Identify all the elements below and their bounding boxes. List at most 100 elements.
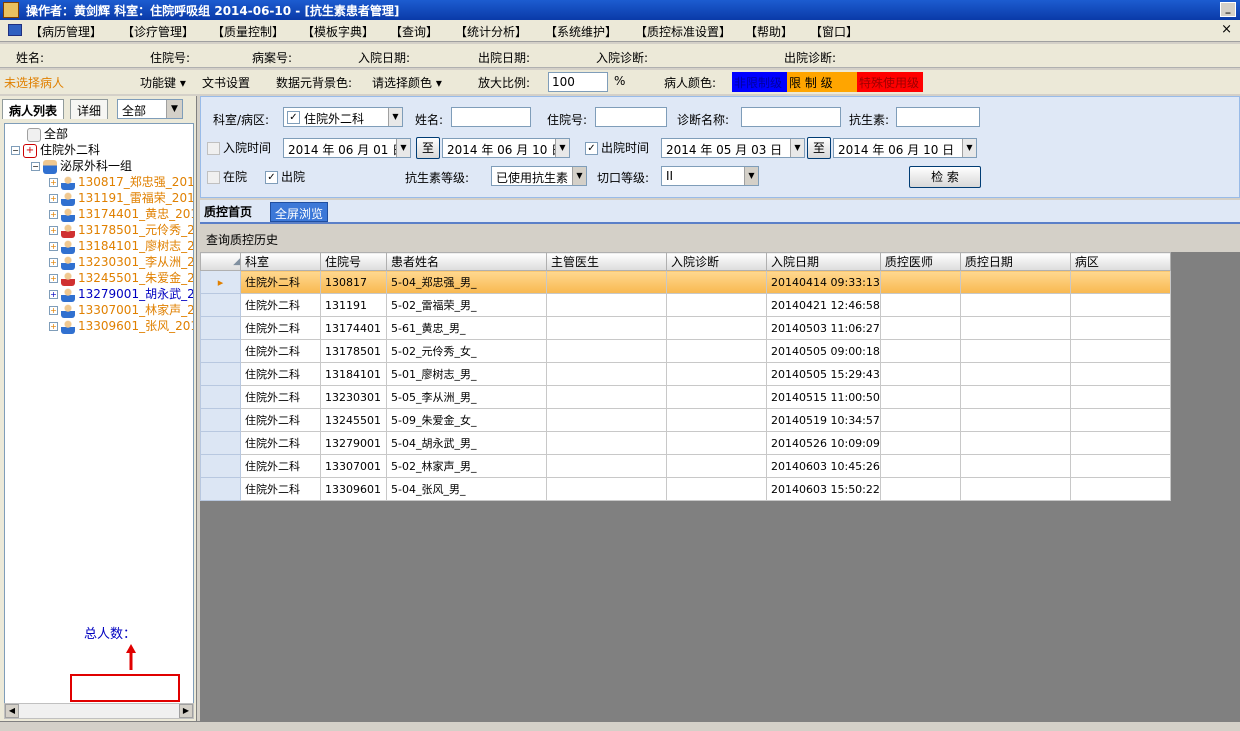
cell-inpatient-no[interactable]: 13245501	[320, 408, 387, 432]
row-header[interactable]	[200, 477, 241, 501]
col-admit-diagnosis[interactable]: 入院诊断	[666, 252, 767, 271]
cell-qc-date[interactable]	[959, 431, 1071, 455]
cell-inpatient-no[interactable]: 13230301	[320, 385, 387, 409]
cell-inpatient-no[interactable]: 13174401	[320, 316, 387, 340]
expand-icon[interactable]: +	[49, 242, 58, 251]
row-header[interactable]	[200, 362, 241, 386]
cell-attending-doctor[interactable]	[546, 385, 667, 409]
cell-attending-doctor[interactable]	[546, 454, 667, 478]
cell-patient-name[interactable]: 5-61_黄忠_男_	[386, 316, 547, 340]
cell-ward[interactable]	[1069, 293, 1171, 317]
name-input[interactable]	[451, 107, 531, 127]
diagnosis-input[interactable]	[741, 107, 841, 127]
cell-qc-doctor[interactable]	[879, 362, 961, 386]
menu-query[interactable]: 【查询】	[390, 23, 438, 40]
select-all-corner[interactable]: ◢	[200, 252, 241, 271]
zoom-input[interactable]: 100	[548, 72, 608, 92]
cell-inpatient-no[interactable]: 13309601	[320, 477, 387, 501]
col-patient-name[interactable]: 患者姓名	[386, 252, 547, 271]
row-header[interactable]	[200, 408, 241, 432]
cell-admit-date[interactable]: 20140603 10:45:26	[766, 454, 881, 478]
patient-filter-select[interactable]: 全部 ▼	[117, 99, 183, 119]
cell-attending-doctor[interactable]	[546, 293, 667, 317]
cell-ward[interactable]	[1069, 339, 1171, 363]
tab-qc-home[interactable]: 质控首页	[204, 203, 252, 220]
cell-inpatient-no[interactable]: 130817	[320, 270, 387, 294]
cell-qc-doctor[interactable]	[879, 477, 961, 501]
minimize-button[interactable]: _	[1220, 2, 1236, 17]
menu-quality-control[interactable]: 【质量控制】	[212, 23, 284, 40]
table-row[interactable]: 住院外二科 13184101 5-01_廖树志_男_ 20140505 15:29:4…	[200, 362, 1171, 386]
cell-qc-date[interactable]	[959, 385, 1071, 409]
col-admit-date[interactable]: 入院日期	[766, 252, 881, 271]
table-row[interactable]: 住院外二科 13307001 5-02_林家声_男_ 20140603 10:45:2…	[200, 454, 1171, 478]
table-row[interactable]: 住院外二科 13178501 5-02_元伶秀_女_ 20140505 09:00:1…	[200, 339, 1171, 363]
menu-templates[interactable]: 【模板字典】	[302, 23, 374, 40]
cell-inpatient-no[interactable]: 13279001	[320, 431, 387, 455]
table-row[interactable]: 住院外二科 13245501 5-09_朱爱金_女_ 20140519 10:34:5…	[200, 408, 1171, 432]
discharge-from-date[interactable]: 2014 年 05 月 03 日 ▼	[661, 138, 805, 158]
cell-dept[interactable]: 住院外二科	[240, 431, 321, 455]
cell-qc-date[interactable]	[959, 408, 1071, 432]
cell-patient-name[interactable]: 5-04_胡永武_男_	[386, 431, 547, 455]
inpatient-no-input[interactable]	[595, 107, 667, 127]
incision-level-select[interactable]: II ▼	[661, 166, 759, 186]
cell-qc-date[interactable]	[959, 316, 1071, 340]
cell-admit-date[interactable]: 20140519 10:34:57	[766, 408, 881, 432]
tree-patient[interactable]: +13309601_张风_2014	[49, 318, 193, 334]
antibiotic-level-select[interactable]: 已使用抗生素 ▼	[491, 166, 587, 186]
cell-qc-doctor[interactable]	[879, 339, 961, 363]
expand-icon[interactable]: +	[49, 258, 58, 267]
menu-system[interactable]: 【系统维护】	[545, 23, 617, 40]
cell-ward[interactable]	[1069, 362, 1171, 386]
dept-select[interactable]: ✓ 住院外二科 ▼	[283, 107, 403, 127]
expand-icon[interactable]: +	[49, 178, 58, 187]
cell-patient-name[interactable]: 5-02_元伶秀_女_	[386, 339, 547, 363]
cell-admit-diagnosis[interactable]	[666, 339, 767, 363]
cell-ward[interactable]	[1069, 431, 1171, 455]
cell-patient-name[interactable]: 5-05_李从洲_男_	[386, 385, 547, 409]
cell-qc-date[interactable]	[959, 362, 1071, 386]
expand-icon[interactable]: +	[49, 210, 58, 219]
cell-dept[interactable]: 住院外二科	[240, 408, 321, 432]
dept-checkbox[interactable]: ✓	[287, 111, 300, 124]
bg-color-dropdown[interactable]: 请选择颜色 ▾	[372, 74, 442, 91]
close-icon[interactable]: ×	[1221, 22, 1232, 37]
cell-patient-name[interactable]: 5-02_雷福荣_男_	[386, 293, 547, 317]
cell-attending-doctor[interactable]	[546, 339, 667, 363]
cell-dept[interactable]: 住院外二科	[240, 316, 321, 340]
table-row[interactable]: 住院外二科 13230301 5-05_李从洲_男_ 20140515 11:00:5…	[200, 385, 1171, 409]
col-ward[interactable]: 病区	[1069, 252, 1171, 271]
tab-patient-list[interactable]: 病人列表	[2, 99, 65, 119]
cell-dept[interactable]: 住院外二科	[240, 385, 321, 409]
expand-icon[interactable]: +	[49, 290, 58, 299]
cell-qc-doctor[interactable]	[879, 293, 961, 317]
cell-admit-date[interactable]: 20140505 15:29:43	[766, 362, 881, 386]
cell-admit-diagnosis[interactable]	[666, 408, 767, 432]
table-row[interactable]: 住院外二科 13174401 5-61_黄忠_男_ 20140503 11:06:27	[200, 316, 1171, 340]
tree-patient[interactable]: +130817_郑忠强_2014	[49, 174, 193, 190]
tree-patient[interactable]: +13178501_元伶秀_20	[49, 222, 193, 238]
doc-settings-button[interactable]: 文书设置	[202, 74, 250, 91]
cell-qc-doctor[interactable]	[879, 385, 961, 409]
cell-admit-date[interactable]: 20140603 15:50:22	[766, 477, 881, 501]
table-row[interactable]: 住院外二科 131191 5-02_雷福荣_男_ 20140421 12:46:58	[200, 293, 1171, 317]
table-row[interactable]: 住院外二科 13309601 5-04_张风_男_ 20140603 15:50:22	[200, 477, 1171, 501]
menu-help[interactable]: 【帮助】	[745, 23, 793, 40]
expand-icon[interactable]: +	[49, 274, 58, 283]
tree-group[interactable]: − 泌尿外科一组	[31, 158, 132, 174]
cell-ward[interactable]	[1069, 408, 1171, 432]
qc-history-link[interactable]: 查询质控历史	[206, 231, 278, 248]
cell-attending-doctor[interactable]	[546, 316, 667, 340]
col-qc-doctor[interactable]: 质控医师	[879, 252, 961, 271]
cell-admit-diagnosis[interactable]	[666, 385, 767, 409]
cell-inpatient-no[interactable]: 13184101	[320, 362, 387, 386]
tree-patient[interactable]: +13230301_李从洲_20	[49, 254, 193, 270]
menu-statistics[interactable]: 【统计分析】	[455, 23, 527, 40]
tree-horizontal-scrollbar[interactable]: ◀ ▶	[4, 703, 194, 719]
cell-dept[interactable]: 住院外二科	[240, 477, 321, 501]
cell-ward[interactable]	[1069, 477, 1171, 501]
col-qc-date[interactable]: 质控日期	[959, 252, 1071, 271]
table-row[interactable]: ▸ 住院外二科 130817 5-04_郑忠强_男_ 20140414 09:33:13	[200, 270, 1171, 294]
cell-admit-diagnosis[interactable]	[666, 431, 767, 455]
